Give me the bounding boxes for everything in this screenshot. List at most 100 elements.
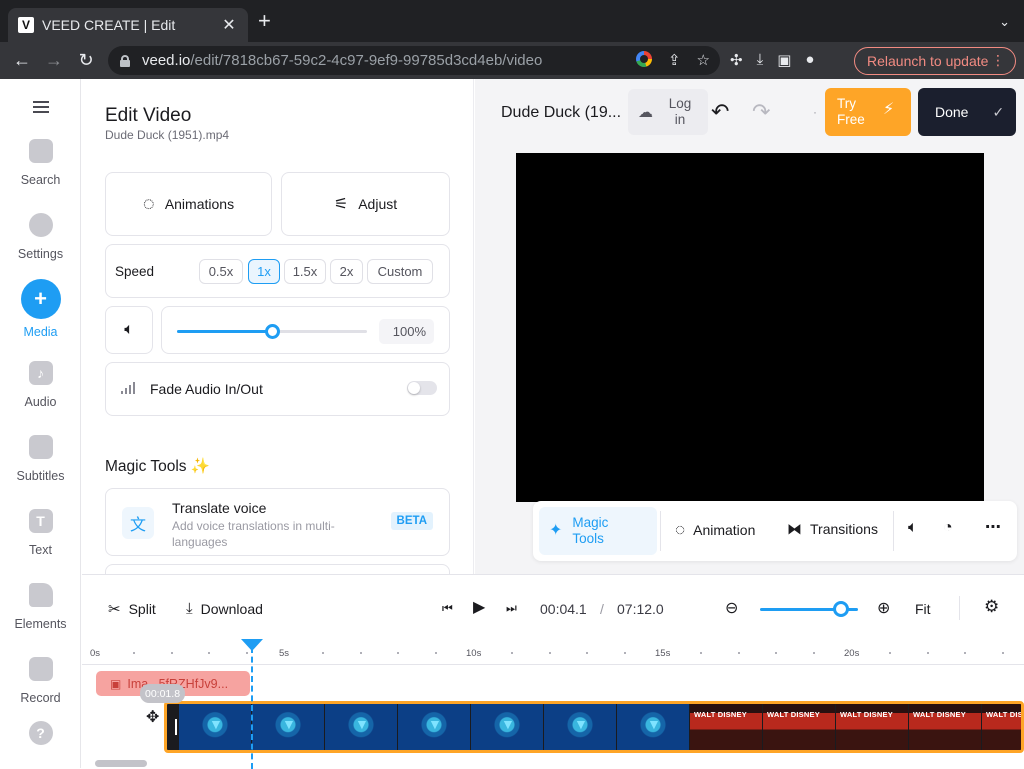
ruler-tick bbox=[775, 652, 778, 654]
timeline-panel: ✂ Split ⤓ Download ⏮︎ ▶ ⏭︎ 00:04.1 / 07:… bbox=[82, 574, 1024, 769]
translate-voice-card[interactable]: 文 Translate voice Add voice translations… bbox=[105, 488, 450, 556]
download-icon[interactable]: ⤓ bbox=[757, 51, 764, 69]
ruler-tick bbox=[359, 652, 362, 654]
tab-close-icon[interactable]: ✕ bbox=[220, 15, 238, 35]
extensions-puzzle-icon[interactable]: ✣ bbox=[730, 51, 743, 69]
separator-dot: · bbox=[813, 105, 817, 119]
more-options-icon[interactable]: ⋯ bbox=[985, 517, 1001, 537]
volume-slider-knob[interactable] bbox=[265, 324, 280, 339]
done-button[interactable]: Done ✓ bbox=[918, 88, 1016, 136]
next-tool-card[interactable] bbox=[105, 564, 450, 574]
rail-item-audio[interactable]: ♪ Audio bbox=[0, 361, 81, 409]
ruler-tick bbox=[586, 652, 589, 654]
volume-slider[interactable] bbox=[177, 324, 367, 339]
menu-dots-icon[interactable]: ⋮ bbox=[991, 52, 1005, 69]
speed-option-1-5x[interactable]: 1.5x bbox=[284, 259, 326, 284]
timeline-scrollbar[interactable] bbox=[95, 760, 147, 767]
rail-item-text[interactable]: T Text bbox=[0, 509, 81, 557]
mute-button[interactable]: 🔈︎ bbox=[105, 306, 153, 354]
rail-item-search[interactable]: Search bbox=[0, 139, 81, 187]
bookmark-star-icon[interactable]: ☆ bbox=[697, 51, 710, 69]
tab-search-chevron-icon[interactable]: ⌄ bbox=[999, 14, 1010, 30]
url-path: /edit/7818cb67-59c2-4c97-9ef9-99785d3cd4… bbox=[190, 52, 543, 69]
left-nav-rail: Search Settings + Media ♪ Audio Subtitle… bbox=[0, 79, 81, 768]
new-tab-icon[interactable]: + bbox=[258, 10, 271, 32]
ruler-tick bbox=[132, 652, 135, 654]
animation-button[interactable]: ◌ Animation bbox=[675, 520, 755, 540]
rail-item-help[interactable]: ? bbox=[0, 721, 81, 745]
move-cursor-icon: ✥ bbox=[146, 709, 160, 726]
playhead-line[interactable] bbox=[251, 647, 253, 769]
rail-item-record[interactable]: Record bbox=[0, 657, 81, 705]
ruler-label: 10s bbox=[466, 648, 482, 659]
redo-icon[interactable]: ↷ bbox=[752, 99, 770, 125]
skip-forward-icon[interactable]: ⏭︎ bbox=[506, 601, 517, 616]
panel-filename: Dude Duck (1951).mp4 bbox=[105, 128, 230, 142]
rail-item-subtitles[interactable]: Subtitles bbox=[0, 435, 81, 483]
lock-icon bbox=[120, 54, 130, 67]
timeline-ruler[interactable]: 0s 5s 10s 15s 20s bbox=[82, 643, 1024, 665]
timeline-settings-gear-icon[interactable]: ⚙ bbox=[984, 597, 999, 617]
rail-item-elements[interactable]: Elements bbox=[0, 583, 81, 631]
playhead-handle[interactable] bbox=[241, 639, 263, 651]
browser-tabbar: V VEED CREATE | Edit ✕ + ⌄ bbox=[0, 0, 1024, 42]
toolbar-divider bbox=[893, 511, 894, 551]
translate-icon: 文 bbox=[122, 507, 154, 539]
volume-icon[interactable]: 🔈︎ bbox=[908, 519, 918, 537]
ruler-tick bbox=[813, 652, 816, 654]
clip-thumbnail bbox=[617, 704, 689, 750]
back-arrow-icon[interactable]: ← bbox=[6, 50, 38, 71]
speed-gauge-icon[interactable]: ◔ bbox=[943, 519, 953, 537]
video-clip[interactable] bbox=[164, 701, 1024, 753]
video-preview-canvas[interactable] bbox=[516, 153, 984, 502]
share-icon[interactable]: ⇪ bbox=[668, 51, 681, 69]
project-title[interactable]: Dude Duck (19... bbox=[501, 104, 621, 122]
browser-tab[interactable]: V VEED CREATE | Edit ✕ bbox=[8, 8, 248, 42]
download-button[interactable]: ⤓ Download bbox=[186, 600, 263, 617]
speed-option-custom[interactable]: Custom bbox=[367, 259, 433, 284]
skip-back-icon[interactable]: ⏮︎ bbox=[442, 601, 453, 616]
speed-option-1x[interactable]: 1x bbox=[248, 259, 280, 284]
rail-item-settings[interactable]: Settings bbox=[0, 213, 81, 261]
settings-icon bbox=[28, 213, 53, 237]
rail-label: Settings bbox=[17, 247, 64, 261]
google-icon[interactable] bbox=[635, 51, 652, 67]
zoom-slider-knob[interactable] bbox=[833, 601, 849, 617]
zoom-out-icon[interactable]: ⊖ bbox=[725, 598, 738, 618]
fit-button[interactable]: Fit bbox=[915, 601, 931, 617]
reload-icon[interactable]: ↻ bbox=[70, 50, 102, 71]
relaunch-label: Relaunch to update bbox=[867, 53, 989, 69]
transitions-button[interactable]: ⧓ Transitions bbox=[787, 520, 878, 538]
url-host: veed.io bbox=[142, 52, 191, 69]
split-button[interactable]: ✂ Split bbox=[108, 600, 156, 618]
rail-label: Record bbox=[20, 691, 61, 705]
speed-option-2x[interactable]: 2x bbox=[330, 259, 363, 284]
try-free-button[interactable]: Try Free ⚡︎ bbox=[825, 88, 911, 136]
fade-audio-toggle[interactable] bbox=[407, 381, 437, 395]
play-icon[interactable]: ▶ bbox=[473, 597, 485, 617]
hamburger-menu-icon[interactable] bbox=[33, 101, 49, 113]
undo-icon[interactable]: ↶ bbox=[711, 99, 729, 125]
adjust-button[interactable]: ⚟ Adjust bbox=[281, 172, 450, 236]
side-panel-icon[interactable]: ▣ bbox=[777, 51, 791, 69]
ruler-label: 0s bbox=[90, 648, 101, 659]
rail-label: Elements bbox=[14, 617, 67, 631]
login-button[interactable]: ☁ Log in bbox=[628, 89, 708, 135]
profile-icon[interactable]: ● bbox=[805, 51, 814, 69]
ruler-tick bbox=[246, 652, 249, 654]
ruler-tick bbox=[888, 652, 891, 654]
animations-button[interactable]: ◌ Animations bbox=[105, 172, 272, 236]
forward-arrow-icon[interactable]: → bbox=[38, 50, 70, 71]
url-omnibox[interactable]: veed.io/edit/7818cb67-59c2-4c97-9ef9-997… bbox=[108, 46, 720, 75]
volume-slider-fill bbox=[177, 330, 272, 333]
speed-option-0-5x[interactable]: 0.5x bbox=[199, 259, 243, 284]
zoom-in-icon[interactable]: ⊕ bbox=[877, 598, 890, 618]
volume-value[interactable]: 100% bbox=[379, 319, 434, 344]
clip-thumbnail bbox=[471, 704, 543, 750]
ruler-label: 15s bbox=[655, 648, 671, 659]
magic-tools-button[interactable]: ✦ Magic Tools bbox=[539, 507, 657, 555]
camera-icon bbox=[28, 657, 53, 681]
edit-video-panel: Edit Video Dude Duck (1951).mp4 ◌ Animat… bbox=[82, 79, 474, 574]
relaunch-button[interactable]: Relaunch to update ⋮ bbox=[854, 47, 1016, 75]
rail-item-media[interactable]: + Media bbox=[0, 279, 81, 339]
